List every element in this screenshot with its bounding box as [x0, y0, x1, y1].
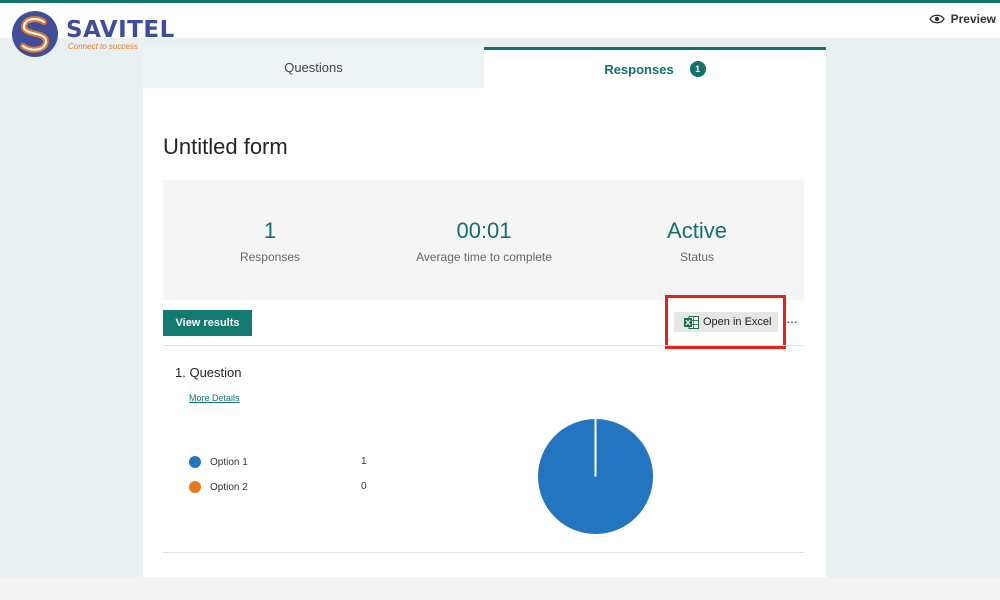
- legend-dot: [189, 481, 201, 493]
- stat-value: Active: [667, 218, 727, 243]
- stat-responses: 1 Responses: [163, 218, 377, 264]
- tab-questions-label: Questions: [284, 60, 343, 75]
- eye-icon: [928, 14, 945, 24]
- question-title: 1. Question: [175, 365, 242, 380]
- preview-button[interactable]: Preview: [928, 12, 996, 26]
- more-details-link[interactable]: More Details: [189, 393, 240, 403]
- brand-logo: SAVITEL Connect to success: [10, 9, 174, 61]
- form-title: Untitled form: [163, 134, 288, 159]
- brand-tagline: Connect to success: [68, 42, 138, 51]
- divider: [163, 345, 804, 346]
- stat-average-time: 00:01 Average time to complete: [377, 218, 591, 264]
- responses-pie-chart: [537, 418, 654, 535]
- tab-responses-label: Responses: [604, 61, 674, 77]
- stat-value: 00:01: [456, 218, 512, 243]
- legend-item-option-2: Option 2: [189, 481, 248, 493]
- tab-questions[interactable]: Questions: [143, 47, 484, 88]
- stat-label: Status: [679, 250, 715, 264]
- legend-label: Option 2: [210, 481, 248, 493]
- stat-label: Responses: [239, 250, 301, 264]
- brand-name: SAVITEL: [66, 17, 175, 43]
- divider: [163, 552, 804, 553]
- summary-stats: 1 Responses 00:01 Average time to comple…: [163, 180, 804, 300]
- stat-label: Average time to complete: [416, 250, 552, 264]
- stat-status: Active Status: [590, 218, 804, 264]
- legend-label: Option 1: [210, 456, 248, 468]
- open-in-excel-button[interactable]: Open in Excel: [674, 312, 778, 332]
- more-options-button[interactable]: ···: [786, 313, 798, 329]
- preview-label: Preview: [950, 12, 996, 26]
- stat-value: 1: [263, 218, 277, 243]
- page-footer-area: [0, 577, 1000, 600]
- tab-bar: Questions Responses 1: [143, 47, 826, 88]
- legend-dot: [189, 456, 201, 468]
- form-panel: Questions Responses 1 Untitled form 1 Re…: [143, 47, 826, 577]
- legend-count-option-1: 1: [361, 456, 367, 467]
- view-results-button[interactable]: View results: [163, 310, 252, 336]
- open-in-excel-label: Open in Excel: [703, 316, 772, 328]
- legend-item-option-1: Option 1: [189, 456, 248, 468]
- tab-responses[interactable]: Responses 1: [484, 47, 826, 88]
- savitel-logo-icon: [12, 11, 58, 57]
- responses-count-badge: 1: [689, 61, 706, 77]
- legend-count-option-2: 0: [361, 481, 367, 492]
- excel-icon: [684, 315, 699, 329]
